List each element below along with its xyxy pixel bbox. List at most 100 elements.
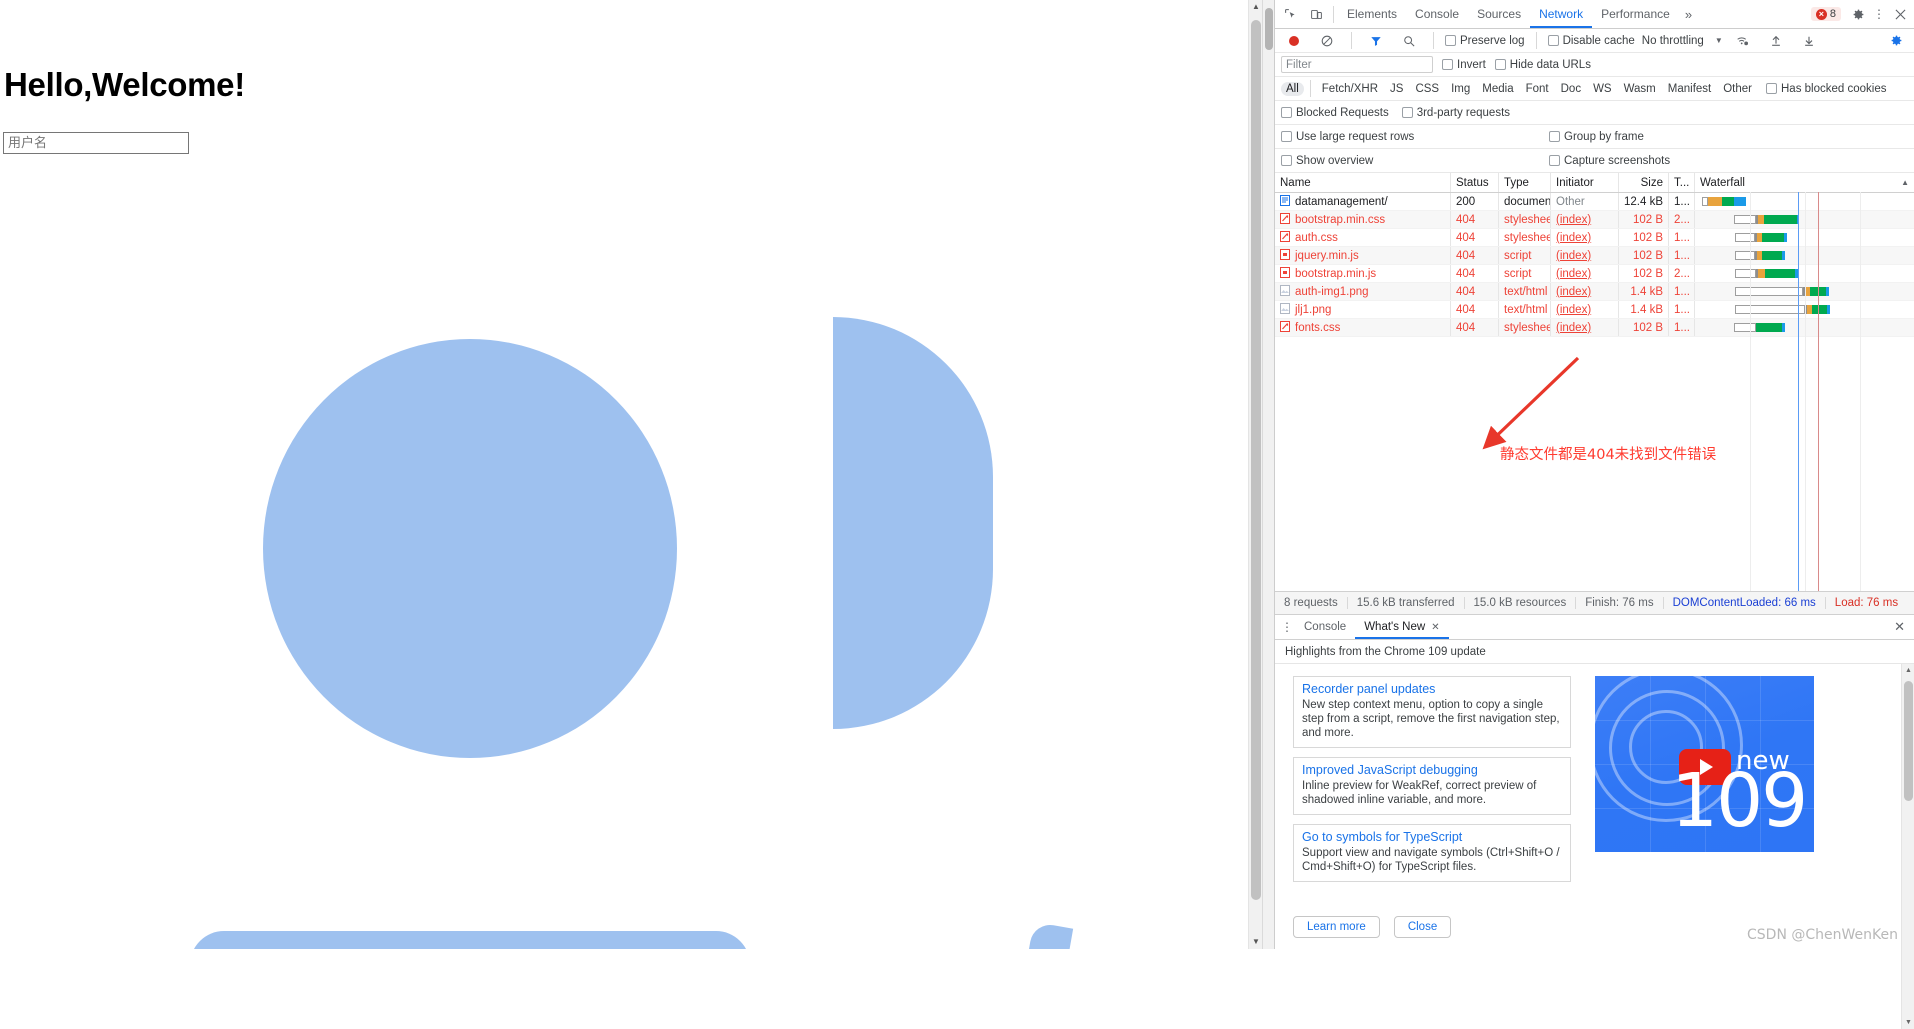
type-chip-doc[interactable]: Doc xyxy=(1556,82,1586,96)
chevron-down-icon[interactable]: ▼ xyxy=(1715,36,1723,45)
request-name-cell[interactable]: auth-img1.png xyxy=(1275,283,1451,300)
whats-new-card[interactable]: Improved JavaScript debugging Inline pre… xyxy=(1293,757,1571,815)
card-title[interactable]: Improved JavaScript debugging xyxy=(1302,763,1562,777)
table-row[interactable]: fonts.css 404 stylesheet (index) 102 B 1... xyxy=(1275,319,1914,337)
blocked-requests-box[interactable] xyxy=(1281,107,1292,118)
type-chip-js[interactable]: JS xyxy=(1385,82,1408,96)
import-har-icon[interactable] xyxy=(1763,28,1789,54)
request-name-cell[interactable]: bootstrap.min.js xyxy=(1275,265,1451,282)
use-large-request-rows-box[interactable] xyxy=(1281,131,1292,142)
column-header-size[interactable]: Size xyxy=(1619,173,1669,192)
show-overview-box[interactable] xyxy=(1281,155,1292,166)
type-chip-ws[interactable]: WS xyxy=(1588,82,1617,96)
network-settings-gear-icon[interactable] xyxy=(1883,28,1909,54)
card-title[interactable]: Go to symbols for TypeScript xyxy=(1302,830,1562,844)
close-devtools-icon[interactable] xyxy=(1887,1,1913,27)
invert-box[interactable] xyxy=(1442,59,1453,70)
initiator-value[interactable]: (index) xyxy=(1556,214,1591,226)
drawer-tab-whats-new[interactable]: What's New ✕ xyxy=(1355,615,1448,639)
request-initiator[interactable]: (index) xyxy=(1551,229,1619,246)
whats-new-card[interactable]: Recorder panel updates New step context … xyxy=(1293,676,1571,748)
clear-icon[interactable] xyxy=(1314,28,1340,54)
request-initiator[interactable]: (index) xyxy=(1551,319,1619,336)
tab-elements[interactable]: Elements xyxy=(1338,0,1406,28)
chrome-release-promo-image[interactable]: new 109 xyxy=(1595,676,1814,852)
initiator-value[interactable]: (index) xyxy=(1556,322,1591,334)
drawer-scrollbar[interactable]: ▲ ▼ xyxy=(1901,664,1914,1029)
hide-data-urls-box[interactable] xyxy=(1494,59,1506,70)
third-party-requests-checkbox[interactable]: 3rd-party requests xyxy=(1401,107,1510,119)
request-initiator[interactable]: (index) xyxy=(1551,211,1619,228)
request-name-cell[interactable]: jlj1.png xyxy=(1275,301,1451,318)
type-chip-media[interactable]: Media xyxy=(1477,82,1518,96)
column-header-name[interactable]: Name xyxy=(1275,173,1451,192)
export-har-icon[interactable] xyxy=(1796,28,1822,54)
sort-ascending-icon[interactable]: ▲ xyxy=(1901,178,1909,187)
table-row[interactable]: bootstrap.min.js 404 script (index) 102 B 2..… xyxy=(1275,265,1914,283)
scroll-down-arrow-icon[interactable]: ▼ xyxy=(1249,935,1263,949)
type-chip-css[interactable]: CSS xyxy=(1410,82,1444,96)
request-initiator[interactable]: (index) xyxy=(1551,301,1619,318)
request-initiator[interactable]: (index) xyxy=(1551,283,1619,300)
disable-cache-checkbox[interactable]: Disable cache xyxy=(1547,35,1635,47)
tab-performance[interactable]: Performance xyxy=(1592,0,1679,28)
third-party-requests-box[interactable] xyxy=(1401,107,1413,118)
inspect-element-icon[interactable] xyxy=(1277,1,1303,27)
initiator-value[interactable]: (index) xyxy=(1556,304,1591,316)
preserve-log-checkbox[interactable]: Preserve log xyxy=(1445,35,1525,47)
tab-console[interactable]: Console xyxy=(1406,0,1468,28)
drawer-scroll-up-icon[interactable]: ▲ xyxy=(1902,664,1914,677)
request-initiator[interactable]: (index) xyxy=(1551,265,1619,282)
column-header-waterfall[interactable]: Waterfall ▲ xyxy=(1695,173,1914,192)
drawer-scrollbar-thumb[interactable] xyxy=(1904,681,1913,801)
request-name-cell[interactable]: jquery.min.js xyxy=(1275,247,1451,264)
page-vertical-scrollbar[interactable]: ▲ ▼ xyxy=(1248,0,1263,949)
type-chip-all[interactable]: All xyxy=(1281,81,1304,96)
drawer-more-options-icon[interactable]: ⋮ xyxy=(1279,621,1295,633)
search-icon[interactable] xyxy=(1396,28,1422,54)
request-name-cell[interactable]: bootstrap.min.css xyxy=(1275,211,1451,228)
request-initiator[interactable]: (index) xyxy=(1551,247,1619,264)
whats-new-card[interactable]: Go to symbols for TypeScript Support vie… xyxy=(1293,824,1571,882)
request-initiator[interactable]: Other xyxy=(1551,193,1619,210)
type-chip-wasm[interactable]: Wasm xyxy=(1619,82,1661,96)
more-tabs-icon[interactable]: » xyxy=(1679,7,1698,22)
close-button[interactable]: Close xyxy=(1393,916,1452,938)
network-conditions-icon[interactable] xyxy=(1730,28,1756,54)
capture-screenshots-box[interactable] xyxy=(1549,155,1560,166)
use-large-request-rows-checkbox[interactable]: Use large request rows xyxy=(1281,131,1549,143)
table-row[interactable]: auth-img1.png 404 text/html (index) 1.4 kB 1.… xyxy=(1275,283,1914,301)
table-row[interactable]: auth.css 404 stylesheet (index) 102 B 1... xyxy=(1275,229,1914,247)
column-header-initiator[interactable]: Initiator xyxy=(1551,173,1619,192)
disable-cache-box[interactable] xyxy=(1547,35,1559,46)
column-header-type[interactable]: Type xyxy=(1499,173,1551,192)
column-header-time[interactable]: T... xyxy=(1669,173,1695,192)
drawer-tab-console[interactable]: Console xyxy=(1295,615,1355,639)
table-row[interactable]: datamanagement/200 document Other 12.4 kB 1.… xyxy=(1275,193,1914,211)
throttling-select[interactable]: No throttling xyxy=(1642,35,1704,47)
device-toolbar-icon[interactable] xyxy=(1303,1,1329,27)
table-row[interactable]: jquery.min.js 404 script (index) 102 B 1... xyxy=(1275,247,1914,265)
tab-sources[interactable]: Sources xyxy=(1468,0,1530,28)
card-title[interactable]: Recorder panel updates xyxy=(1302,682,1562,696)
initiator-value[interactable]: (index) xyxy=(1556,286,1591,298)
initiator-value[interactable]: (index) xyxy=(1556,250,1591,262)
blocked-requests-checkbox[interactable]: Blocked Requests xyxy=(1281,107,1389,119)
type-chip-other[interactable]: Other xyxy=(1718,82,1757,96)
hide-data-urls-checkbox[interactable]: Hide data URLs xyxy=(1494,59,1591,71)
type-chip-img[interactable]: Img xyxy=(1446,82,1475,96)
error-count-badge[interactable]: × 8 xyxy=(1810,7,1841,21)
column-header-status[interactable]: Status xyxy=(1451,173,1499,192)
learn-more-button[interactable]: Learn more xyxy=(1293,916,1380,938)
type-chip-manifest[interactable]: Manifest xyxy=(1663,82,1716,96)
filter-input[interactable] xyxy=(1281,56,1433,73)
has-blocked-cookies-checkbox[interactable]: Has blocked cookies xyxy=(1766,83,1886,95)
invert-checkbox[interactable]: Invert xyxy=(1442,59,1486,71)
type-chip-font[interactable]: Font xyxy=(1521,82,1554,96)
request-name-cell[interactable]: auth.css xyxy=(1275,229,1451,246)
initiator-value[interactable]: (index) xyxy=(1556,268,1591,280)
scroll-up-arrow-icon[interactable]: ▲ xyxy=(1249,0,1263,14)
drawer-close-icon[interactable]: ✕ xyxy=(1888,619,1911,635)
group-by-frame-box[interactable] xyxy=(1549,131,1560,142)
show-overview-checkbox[interactable]: Show overview xyxy=(1281,155,1549,167)
